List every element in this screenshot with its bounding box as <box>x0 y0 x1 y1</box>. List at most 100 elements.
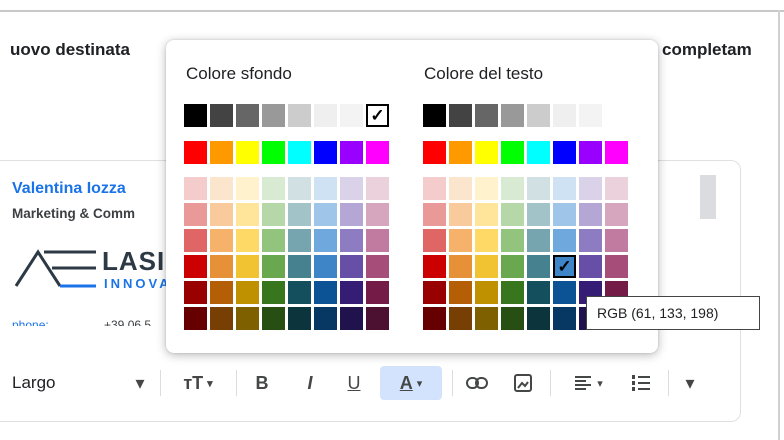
text-color-shade-swatch[interactable] <box>527 281 550 304</box>
more-options-chevron-icon[interactable]: ▾ <box>680 366 700 400</box>
text-color-bright-swatch[interactable] <box>501 141 524 164</box>
text-color-shade-swatch[interactable] <box>423 307 446 330</box>
background-color-shade-swatch[interactable] <box>210 177 233 200</box>
background-color-shade-swatch[interactable] <box>314 307 337 330</box>
text-color-shade-swatch[interactable] <box>475 177 498 200</box>
insert-image-button[interactable] <box>508 366 538 400</box>
background-color-shade-swatch[interactable] <box>314 255 337 278</box>
text-color-gray-swatch[interactable] <box>579 104 602 127</box>
text-color-bright-swatch[interactable] <box>605 141 628 164</box>
text-color-gray-swatch[interactable] <box>553 104 576 127</box>
background-color-gray-swatch[interactable] <box>236 104 259 127</box>
background-color-shade-swatch[interactable] <box>236 255 259 278</box>
text-color-shade-swatch[interactable] <box>527 177 550 200</box>
background-color-shade-swatch[interactable] <box>184 177 207 200</box>
background-color-shade-swatch[interactable] <box>288 281 311 304</box>
text-color-shade-swatch[interactable] <box>475 255 498 278</box>
text-color-shade-swatch[interactable] <box>605 255 628 278</box>
background-color-gray-swatch[interactable] <box>210 104 233 127</box>
background-color-shade-swatch[interactable] <box>340 203 363 226</box>
text-color-shade-swatch[interactable] <box>449 203 472 226</box>
text-color-shade-swatch[interactable] <box>501 177 524 200</box>
text-color-bright-swatch[interactable] <box>527 141 550 164</box>
text-color-shade-swatch[interactable] <box>423 203 446 226</box>
text-color-button[interactable]: A ▾ <box>380 366 442 400</box>
text-color-shade-swatch[interactable] <box>527 307 550 330</box>
text-color-shade-swatch[interactable] <box>501 203 524 226</box>
background-color-shade-swatch[interactable] <box>210 255 233 278</box>
text-color-shade-swatch[interactable] <box>527 229 550 252</box>
font-size-select[interactable]: Largo <box>12 373 55 393</box>
background-color-shade-swatch[interactable] <box>366 307 389 330</box>
text-color-shade-swatch[interactable] <box>475 281 498 304</box>
background-color-shade-swatch[interactable] <box>236 177 259 200</box>
text-color-shade-swatch[interactable] <box>605 177 628 200</box>
text-color-shade-swatch[interactable] <box>449 307 472 330</box>
text-color-shade-swatch[interactable] <box>423 229 446 252</box>
background-color-shade-swatch[interactable] <box>366 255 389 278</box>
text-color-shade-swatch[interactable] <box>449 177 472 200</box>
background-color-shade-swatch[interactable] <box>262 281 285 304</box>
text-color-shade-swatch[interactable] <box>423 177 446 200</box>
text-color-shade-swatch[interactable] <box>449 229 472 252</box>
background-color-shade-swatch[interactable] <box>314 177 337 200</box>
align-button[interactable]: ▾ <box>562 366 614 400</box>
background-color-bright-swatch[interactable] <box>366 141 389 164</box>
text-color-shade-swatch[interactable] <box>449 281 472 304</box>
background-color-shade-swatch[interactable] <box>262 229 285 252</box>
background-color-shade-swatch[interactable] <box>340 281 363 304</box>
background-color-shade-swatch[interactable] <box>210 307 233 330</box>
text-color-gray-swatch[interactable] <box>449 104 472 127</box>
background-color-shade-swatch[interactable] <box>262 203 285 226</box>
background-color-shade-swatch[interactable] <box>184 307 207 330</box>
text-color-gray-swatch[interactable] <box>501 104 524 127</box>
background-color-shade-swatch[interactable] <box>262 307 285 330</box>
text-color-bright-swatch[interactable] <box>423 141 446 164</box>
text-color-shade-swatch[interactable] <box>423 255 446 278</box>
text-color-shade-swatch[interactable] <box>553 177 576 200</box>
background-color-shade-swatch[interactable] <box>210 229 233 252</box>
background-color-shade-swatch[interactable] <box>340 229 363 252</box>
background-color-gray-swatch[interactable] <box>184 104 207 127</box>
text-color-shade-swatch[interactable] <box>579 177 602 200</box>
background-color-shade-swatch[interactable] <box>262 177 285 200</box>
text-color-gray-swatch[interactable] <box>605 104 628 127</box>
numbered-list-button[interactable] <box>626 366 656 400</box>
text-size-button[interactable]: тT ▾ <box>170 366 226 400</box>
italic-button[interactable]: I <box>296 366 324 400</box>
background-color-shade-swatch[interactable] <box>184 229 207 252</box>
text-color-shade-swatch[interactable] <box>579 203 602 226</box>
text-color-shade-swatch[interactable] <box>423 281 446 304</box>
background-color-shade-swatch[interactable] <box>288 229 311 252</box>
text-color-shade-swatch[interactable] <box>553 203 576 226</box>
background-color-bright-swatch[interactable] <box>288 141 311 164</box>
background-color-shade-swatch[interactable] <box>236 229 259 252</box>
background-color-gray-swatch[interactable] <box>340 104 363 127</box>
text-color-gray-swatch[interactable] <box>475 104 498 127</box>
background-color-shade-swatch[interactable] <box>314 229 337 252</box>
text-color-shade-swatch[interactable] <box>553 229 576 252</box>
font-size-dropdown-caret-icon[interactable]: ▾ <box>130 366 150 400</box>
text-color-bright-swatch[interactable] <box>449 141 472 164</box>
text-color-shade-swatch[interactable] <box>527 203 550 226</box>
text-color-shade-swatch[interactable] <box>475 203 498 226</box>
background-color-shade-swatch[interactable] <box>210 203 233 226</box>
background-color-shade-swatch[interactable] <box>184 281 207 304</box>
text-color-shade-swatch[interactable] <box>501 307 524 330</box>
background-color-gray-swatch[interactable] <box>314 104 337 127</box>
text-color-gray-swatch[interactable] <box>423 104 446 127</box>
text-color-shade-swatch[interactable] <box>605 203 628 226</box>
background-color-bright-swatch[interactable] <box>236 141 259 164</box>
background-color-shade-swatch[interactable] <box>184 255 207 278</box>
text-color-shade-swatch[interactable] <box>501 281 524 304</box>
text-color-shade-swatch[interactable] <box>501 255 524 278</box>
background-color-shade-swatch[interactable] <box>210 281 233 304</box>
insert-link-button[interactable] <box>462 366 492 400</box>
background-color-shade-swatch[interactable] <box>340 177 363 200</box>
text-color-shade-swatch[interactable] <box>527 255 550 278</box>
background-color-shade-swatch[interactable] <box>262 255 285 278</box>
background-color-shade-swatch[interactable] <box>366 203 389 226</box>
text-color-shade-swatch[interactable] <box>553 281 576 304</box>
text-color-gray-swatch[interactable] <box>527 104 550 127</box>
text-color-shade-swatch[interactable] <box>475 307 498 330</box>
